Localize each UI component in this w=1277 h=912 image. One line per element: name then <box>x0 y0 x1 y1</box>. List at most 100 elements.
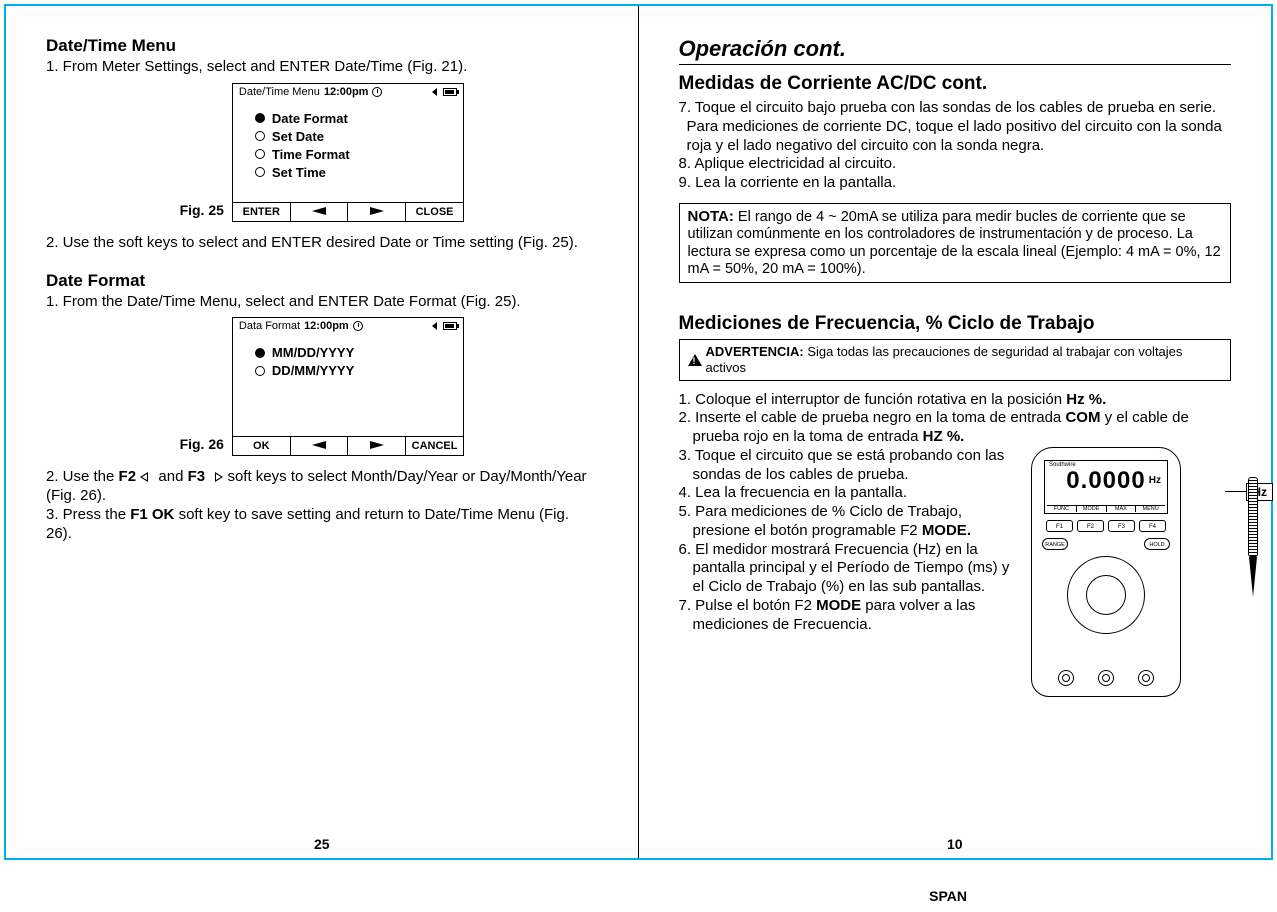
freq-s4: 4. Lea la frecuencia en la pantalla. <box>679 484 1022 503</box>
fig26-body: MM/DD/YYYY DD/MM/YYYY <box>233 336 463 436</box>
fig26-opt-0: MM/DD/YYYY <box>255 345 449 360</box>
probe-tip <box>1249 557 1257 597</box>
fig25-footer: ENTER CLOSE <box>233 202 463 221</box>
fig26-sk-left <box>291 437 349 455</box>
radio-filled-icon <box>255 348 265 358</box>
meter-sub1: FUNC <box>1047 506 1077 512</box>
radio-icon <box>255 366 265 376</box>
speaker-icon <box>432 322 437 330</box>
dateformat-step1: 1. From the Date/Time Menu, select and E… <box>46 293 598 312</box>
meter-hold: HOLD <box>1144 538 1170 550</box>
fig25-screen: Date/Time Menu 12:00pm Date Format Set D… <box>232 83 464 222</box>
meter-body: Southwire 0.0000 Hz FUNC MODE MAX MENU <box>1031 447 1181 697</box>
fig26-sk-cancel: CANCEL <box>406 437 463 455</box>
footer-code: SPAN <box>929 888 967 904</box>
meter-jacks <box>1046 670 1166 686</box>
left-column: Date/Time Menu 1. From Meter Settings, s… <box>6 6 639 858</box>
radio-icon <box>255 167 265 177</box>
fig26-time: 12:00pm <box>304 320 349 332</box>
fig26-opt-1: DD/MM/YYYY <box>255 363 449 378</box>
arrow-left-icon <box>312 207 326 215</box>
meter-f4: F4 <box>1139 520 1166 532</box>
fig26-caption: Fig. 26 <box>180 436 224 452</box>
radio-filled-icon <box>255 113 265 123</box>
fig25-opt-1: Set Date <box>255 129 449 144</box>
freq-flex: 3. Toque el circuito que se está proband… <box>679 447 1232 727</box>
step2-f2: F2 <box>119 468 137 485</box>
freq-s1: 1. Coloque el interruptor de función rot… <box>679 391 1232 410</box>
fig25-sk-left <box>291 203 349 221</box>
fig26-opt1-label: DD/MM/YYYY <box>272 363 354 378</box>
acdc-step7: 7. Toque el circuito bajo prueba con las… <box>679 99 1232 155</box>
meter-range: RANGE <box>1042 538 1068 550</box>
meter-unit: Hz <box>1149 475 1161 486</box>
outline-arrow-right-icon <box>209 472 223 482</box>
page-border: Date/Time Menu 1. From Meter Settings, s… <box>4 4 1273 860</box>
step3-pre: 3. Press the <box>46 506 130 523</box>
meter-dial <box>1067 556 1145 634</box>
s5-b: MODE. <box>922 522 971 539</box>
meter-sub3: MAX <box>1107 506 1137 512</box>
fig26-header: Data Format 12:00pm <box>233 318 463 336</box>
fig26-opt0-label: MM/DD/YYYY <box>272 345 354 360</box>
right-page-number: 10 <box>947 836 963 852</box>
freq-s5: 5. Para mediciones de % Ciclo de Trabajo… <box>679 503 1022 541</box>
fig25-opt1-label: Set Date <box>272 129 324 144</box>
freq-title: Mediciones de Frecuencia, % Ciclo de Tra… <box>679 313 1232 335</box>
fig25-sk-enter: ENTER <box>233 203 291 221</box>
fig26-screen: Data Format 12:00pm MM/DD/YYYY DD/MM/YYY… <box>232 317 464 456</box>
fig25-time: 12:00pm <box>324 86 369 98</box>
fig25-sk-close: CLOSE <box>406 203 463 221</box>
fig25-body: Date Format Set Date Time Format Set Tim… <box>233 102 463 202</box>
fig25-header-title: Date/Time Menu <box>239 86 320 98</box>
arrow-right-icon <box>370 441 384 449</box>
nota-label: NOTA: <box>688 208 734 225</box>
meter-sub4: MENU <box>1136 506 1165 512</box>
step3-f1: F1 OK <box>130 506 174 523</box>
jack-3 <box>1138 670 1154 686</box>
fig25-opt0-label: Date Format <box>272 111 348 126</box>
freq-s6: 6. El medidor mostrará Frecuencia (Hz) e… <box>679 541 1022 597</box>
speaker-icon <box>432 88 437 96</box>
content: Date/Time Menu 1. From Meter Settings, s… <box>6 6 1271 858</box>
nota-text: El rango de 4 ~ 20mA se utiliza para med… <box>688 209 1221 277</box>
meter-sublabels: FUNC MODE MAX MENU <box>1047 505 1165 512</box>
meter-fkeys: F1 F2 F3 F4 <box>1046 520 1166 532</box>
fig26-header-title: Data Format <box>239 320 300 332</box>
fig26-footer: OK CANCEL <box>233 436 463 455</box>
probe-handle <box>1248 477 1258 557</box>
test-probe <box>1245 477 1261 677</box>
left-page-number: 25 <box>314 836 330 852</box>
s2-b2: HZ %. <box>923 428 965 445</box>
acdc-title: Medidas de Corriente AC/DC cont. <box>679 73 1232 95</box>
fig26-sk-ok: OK <box>233 437 291 455</box>
arrow-right-icon <box>370 207 384 215</box>
battery-icon <box>443 322 457 330</box>
dateformat-title: Date Format <box>46 271 598 291</box>
fig26-wrap: Fig. 26 Data Format 12:00pm MM/DD/YYYY D… <box>46 317 598 456</box>
fig25-opt-3: Set Time <box>255 165 449 180</box>
meter-f2: F2 <box>1077 520 1104 532</box>
warning-box: ADVERTENCIA: Siga todas las precauciones… <box>679 339 1232 380</box>
nota-box: NOTA: El rango de 4 ~ 20mA se utiliza pa… <box>679 203 1232 284</box>
s1-b: Hz %. <box>1066 391 1106 408</box>
clock-icon <box>353 321 363 331</box>
radio-icon <box>255 149 265 159</box>
freq-s7: 7. Pulse el botón F2 MODE para volver a … <box>679 597 1022 635</box>
freq-s2: 2. Inserte el cable de prueba negro en l… <box>679 409 1232 447</box>
dateformat-step3: 3. Press the F1 OK soft key to save sett… <box>46 506 598 544</box>
fig25-opt3-label: Set Time <box>272 165 326 180</box>
warning-icon <box>688 354 702 366</box>
s5-pre: 5. Para mediciones de % Ciclo de Trabajo… <box>679 503 962 539</box>
fig25-opt-2: Time Format <box>255 147 449 162</box>
arrow-left-icon <box>312 441 326 449</box>
s7-b: MODE <box>816 597 861 614</box>
step2-mid: and <box>154 468 187 485</box>
step2-f3: F3 <box>188 468 206 485</box>
s7-pre: 7. Pulse el botón F2 <box>679 597 817 614</box>
datetime-step2: 2. Use the soft keys to select and ENTER… <box>46 234 598 253</box>
dateformat-step2: 2. Use the F2 and F3 soft keys to select… <box>46 468 598 506</box>
fig25-caption: Fig. 25 <box>180 202 224 218</box>
multimeter-illustration: Southwire 0.0000 Hz FUNC MODE MAX MENU <box>1031 447 1231 727</box>
fig25-opt-0: Date Format <box>255 111 449 126</box>
